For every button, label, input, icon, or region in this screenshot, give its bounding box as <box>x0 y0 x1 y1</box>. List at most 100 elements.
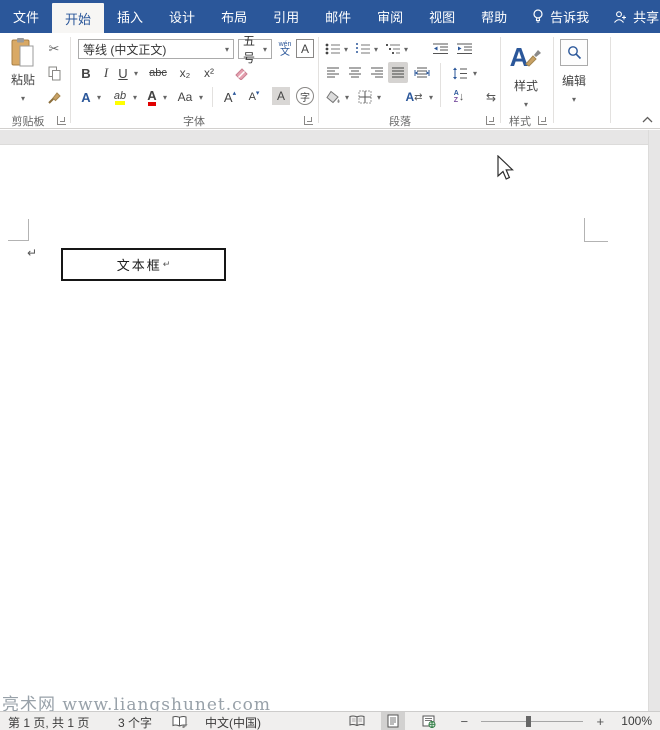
sort-button[interactable]: A Z ↓ <box>448 87 470 107</box>
align-right-button[interactable] <box>368 63 386 83</box>
tab-view[interactable]: 视图 <box>416 0 468 33</box>
grow-font-button[interactable]: A▴ <box>220 87 240 107</box>
numbering-dropdown[interactable] <box>371 39 381 59</box>
shrink-font-button[interactable]: A▾ <box>244 87 264 107</box>
tab-mailings[interactable]: 邮件 <box>312 0 364 33</box>
change-case-dropdown[interactable] <box>196 87 206 107</box>
shading-button[interactable] <box>324 87 342 107</box>
strikethrough-button[interactable]: abc <box>146 63 170 83</box>
align-center-button[interactable] <box>346 63 364 83</box>
multilevel-list-dropdown[interactable] <box>401 39 411 59</box>
decrease-indent-icon <box>432 43 449 55</box>
ribbon: 粘贴 ✂ 剪贴板 等线 (中文正文) ▾ 五号 ▾ wén <box>0 33 660 129</box>
line-spacing-icon <box>452 67 468 80</box>
shading-dropdown[interactable] <box>342 87 352 107</box>
caret-up-icon: ▴ <box>233 89 237 97</box>
superscript-button[interactable]: x² <box>200 63 218 83</box>
superscript-glyph: x² <box>204 66 214 80</box>
styles-dialog-launcher[interactable] <box>538 116 547 125</box>
distributed-button[interactable] <box>412 63 432 83</box>
highlight-color-button[interactable]: ab <box>110 87 130 107</box>
document-area[interactable]: ↵ 文本框 ↵ 亮术网 www.liangshunet.com <box>0 130 660 711</box>
paste-button[interactable]: 粘贴 <box>6 37 40 111</box>
asian-layout-dropdown[interactable] <box>426 87 436 107</box>
bold-button[interactable]: B <box>78 63 94 83</box>
proofing-status-button[interactable] <box>172 715 188 730</box>
align-center-icon <box>348 67 362 79</box>
font-color-button[interactable]: A <box>144 87 160 107</box>
format-painter-button[interactable] <box>44 87 64 107</box>
text-effects-dropdown[interactable] <box>94 87 104 107</box>
phonetic-guide-button[interactable]: wén 文 <box>276 38 294 60</box>
tab-layout[interactable]: 布局 <box>208 0 260 33</box>
tab-help[interactable]: 帮助 <box>468 0 520 33</box>
asian-layout-button[interactable]: A ⇄ <box>402 87 426 107</box>
character-shading-button[interactable]: A <box>272 87 290 105</box>
subscript-button[interactable]: x₂ <box>176 63 194 83</box>
align-left-button[interactable] <box>324 63 342 83</box>
tab-references[interactable]: 引用 <box>260 0 312 33</box>
italic-button[interactable]: I <box>100 63 112 83</box>
tab-design[interactable]: 设计 <box>156 0 208 33</box>
styles-button[interactable]: A 样式 <box>504 37 548 114</box>
borders-button[interactable] <box>356 87 374 107</box>
text-box[interactable]: 文本框 ↵ <box>61 248 226 281</box>
zoom-in-button[interactable]: + <box>595 714 605 729</box>
zoom-slider-thumb[interactable] <box>526 716 531 727</box>
vertical-scrollbar[interactable] <box>648 130 660 711</box>
cut-button[interactable]: ✂ <box>44 39 64 59</box>
tab-review[interactable]: 审阅 <box>364 0 416 33</box>
borders-dropdown[interactable] <box>374 87 384 107</box>
font-dialog-launcher[interactable] <box>304 116 313 125</box>
page-number-status[interactable]: 第 1 页, 共 1 页 <box>8 714 89 730</box>
character-shading-glyph: A <box>277 89 285 103</box>
word-window: 文件 开始 插入 设计 布局 引用 邮件 审阅 视图 帮助 告诉我 共享 <box>0 0 660 730</box>
multilevel-list-button[interactable] <box>384 39 402 59</box>
font-name-combobox[interactable]: 等线 (中文正文) ▾ <box>78 39 234 59</box>
show-hide-marks-button[interactable]: ⇆ <box>482 87 500 107</box>
tab-home[interactable]: 开始 <box>52 3 104 33</box>
dropdown-arrow-icon <box>521 94 531 114</box>
font-color-glyph: A <box>147 88 156 106</box>
underline-glyph: U <box>118 66 127 81</box>
clipboard-dialog-launcher[interactable] <box>57 116 66 125</box>
underline-button[interactable]: U <box>116 63 130 83</box>
bullets-dropdown[interactable] <box>341 39 351 59</box>
tab-insert[interactable]: 插入 <box>104 0 156 33</box>
text-effects-button[interactable]: A <box>78 87 94 107</box>
highlight-dropdown[interactable] <box>130 87 140 107</box>
read-mode-button[interactable] <box>345 712 369 730</box>
swap-arrows-icon: ⇄ <box>414 92 422 103</box>
change-case-button[interactable]: Aa <box>174 87 196 107</box>
language-status[interactable]: 中文(中国) <box>205 714 261 730</box>
paragraph-dialog-launcher[interactable] <box>486 116 495 125</box>
styles-label: 样式 <box>514 77 538 94</box>
chevron-down-icon: ▾ <box>221 45 229 54</box>
web-layout-button[interactable] <box>417 712 441 730</box>
numbering-button[interactable] <box>354 39 372 59</box>
justify-button[interactable] <box>388 62 408 83</box>
collapse-ribbon-button[interactable] <box>640 113 654 125</box>
font-color-dropdown[interactable] <box>160 87 170 107</box>
clear-formatting-button[interactable] <box>230 63 250 83</box>
bullets-button[interactable] <box>324 39 342 59</box>
editing-button[interactable]: 编辑 <box>558 39 590 109</box>
character-border-button[interactable]: A <box>296 39 314 58</box>
font-size-combobox[interactable]: 五号 ▾ <box>238 39 272 59</box>
zoom-level[interactable]: 100% <box>621 714 652 728</box>
print-layout-button[interactable] <box>381 712 405 730</box>
share-button[interactable]: 共享 <box>601 0 660 33</box>
zoom-out-button[interactable]: − <box>459 714 469 729</box>
line-spacing-dropdown[interactable] <box>470 63 480 83</box>
text-effects-glyph: A <box>81 90 90 105</box>
tell-me-button[interactable]: 告诉我 <box>520 0 601 33</box>
enclose-characters-button[interactable]: 字 <box>296 87 314 105</box>
word-count-status[interactable]: 3 个字 <box>118 714 152 730</box>
zoom-slider[interactable] <box>481 721 583 722</box>
underline-dropdown[interactable] <box>131 63 141 83</box>
copy-button[interactable] <box>44 63 64 83</box>
line-spacing-button[interactable] <box>450 63 470 83</box>
tab-file[interactable]: 文件 <box>0 0 52 33</box>
increase-indent-button[interactable] <box>454 39 474 59</box>
decrease-indent-button[interactable] <box>430 39 450 59</box>
